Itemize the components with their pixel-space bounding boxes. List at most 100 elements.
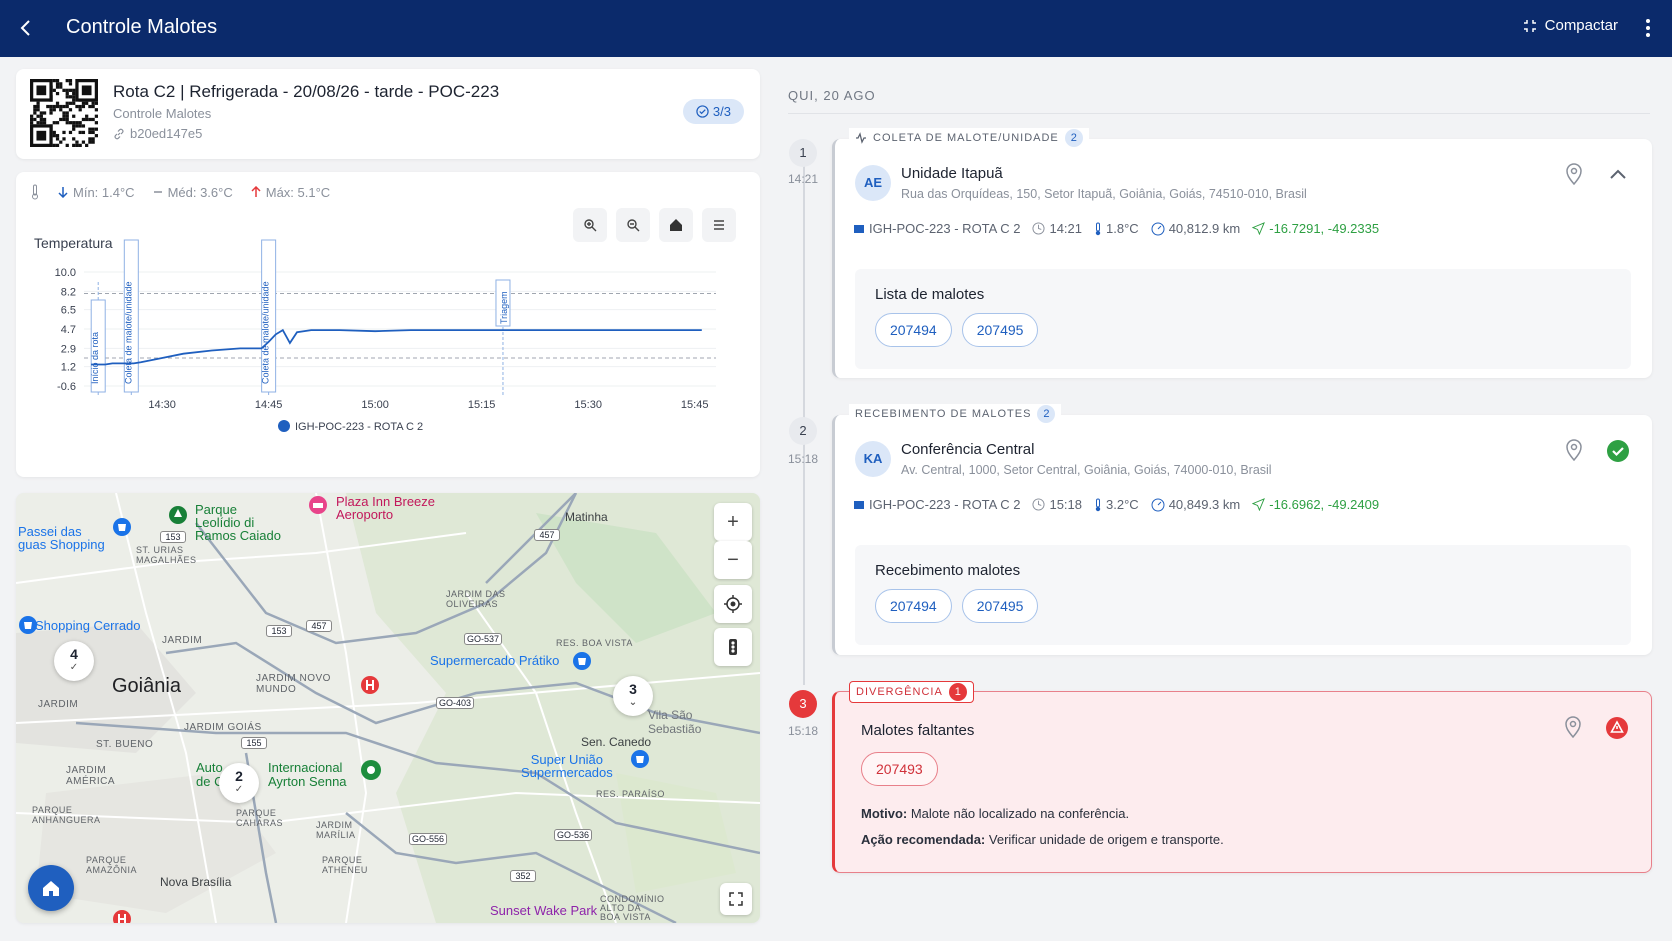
map-label-parque-amazonia: PARQUE AMAZÔNIA [86, 855, 138, 875]
annotation-label: Coleta de malote/unidade [123, 281, 133, 384]
avatar: KA [855, 441, 891, 477]
event-tag-text: RECEBIMENTO DE MALOTES [855, 408, 1032, 420]
compact-button[interactable]: Compactar [1523, 17, 1618, 34]
divergence-card: DIVERGÊNCIA 1 Malotes faltantes 207493 M… [832, 681, 1652, 873]
acao-label: Ação recomendada: [861, 832, 986, 847]
event-tag: RECEBIMENTO DE MALOTES 2 [849, 404, 1062, 424]
hotel-pin-icon[interactable] [308, 495, 328, 515]
annotation-label: Coleta de malote/unidade [261, 281, 271, 384]
store-pin-icon[interactable] [572, 651, 592, 671]
coordinates[interactable]: -16.6962, -49.2409 [1252, 497, 1379, 512]
event-card: RECEBIMENTO DE MALOTES 2 KA Conferência … [832, 404, 1652, 655]
zoom-in-icon [584, 219, 597, 232]
map-cluster[interactable]: 3 ⌄ [613, 676, 653, 716]
map-cluster[interactable]: 2 ✓ [219, 763, 259, 803]
y-tick-label: 4.7 [61, 324, 76, 336]
map-zoom-out-button[interactable]: − [714, 541, 752, 579]
road-shield: 457 [306, 620, 332, 632]
unit-name: Conferência Central [901, 441, 1035, 458]
route-map[interactable]: Matinha Goiânia Sen. Canedo Nova Brasíli… [16, 493, 760, 923]
map-label-jardim-oliveiras: JARDIM DAS OLIVEIRAS [446, 589, 506, 609]
bag-list-title: Lista de malotes [875, 286, 985, 303]
road-shield: GO-556 [409, 833, 447, 845]
hospital-pin-icon[interactable] [360, 675, 380, 695]
map-label-matinha: Matinha [565, 510, 608, 524]
bag-chip[interactable]: 207493 [861, 752, 938, 786]
park-pin-icon[interactable] [168, 505, 188, 525]
back-arrow-icon[interactable] [14, 16, 38, 40]
chevron-up-icon[interactable] [1606, 163, 1630, 187]
road-shield: 457 [534, 529, 560, 541]
map-label-jardim: JARDIM [162, 635, 203, 646]
map-label-res-paraiso: RES. PARAÍSO [596, 789, 665, 799]
minus-icon: − [727, 548, 739, 571]
bag-chip[interactable]: 207495 [961, 589, 1039, 623]
event-meta: IGH-POC-223 - ROTA C 2 15:18 3.2°C 40,84… [853, 497, 1379, 512]
y-tick-label: 10.0 [55, 267, 76, 279]
map-fullscreen-button[interactable] [720, 883, 752, 915]
map-pin-icon[interactable] [1563, 716, 1583, 738]
bag-chip[interactable]: 207494 [875, 313, 952, 347]
map-pin-icon[interactable] [1564, 439, 1584, 461]
odometer-text: 40,812.9 km [1168, 221, 1241, 236]
zoom-out-button[interactable] [616, 208, 650, 242]
map-locate-button[interactable] [714, 585, 752, 623]
road-shield: GO-537 [464, 633, 502, 645]
road-shield: 153 [160, 531, 186, 543]
coordinates-text: -16.7291, -49.2335 [1269, 221, 1380, 236]
map-label-parque-atheneu: PARQUE ATHENEU [322, 855, 368, 875]
temperature: 1.8°C [1094, 221, 1139, 236]
unit-address: Rua das Orquídeas, 150, Setor Itapuã, Go… [901, 187, 1307, 201]
annotation-label: Início da rota [90, 332, 100, 384]
store-pin-icon[interactable] [630, 749, 650, 769]
odometer: 40,849.3 km [1151, 497, 1241, 512]
qr-code[interactable] [30, 79, 98, 147]
progress-badge: 3/3 [682, 99, 744, 124]
map-cluster[interactable]: 4 ✓ [54, 641, 94, 681]
bag-chips: 207494 207495 [875, 589, 1039, 623]
chart-menu-button[interactable] [702, 208, 736, 242]
coordinates[interactable]: -16.7291, -49.2335 [1252, 221, 1379, 236]
compress-icon [1523, 19, 1536, 32]
temperature: 3.2°C [1094, 497, 1139, 512]
more-vertical-icon[interactable] [1642, 16, 1654, 40]
event-tag-text: DIVERGÊNCIA [856, 686, 943, 698]
map-pin-icon[interactable] [1564, 163, 1584, 185]
annotation-label: Triagem [499, 291, 509, 324]
cluster-check-icon: ✓ [69, 662, 79, 673]
vehicle: IGH-POC-223 - ROTA C 2 [853, 221, 1020, 236]
shopping-pin-icon[interactable] [112, 517, 132, 537]
home-fab-button[interactable] [28, 865, 74, 911]
clock-icon [1032, 498, 1046, 511]
map-label-internacional: Internacional Ayrton Senna [268, 760, 347, 789]
y-tick-label: 1.2 [61, 362, 76, 374]
bag-chip[interactable]: 207495 [961, 313, 1039, 347]
route-header-card: Rota C2 | Refrigerada - 20/08/26 - tarde… [16, 69, 760, 159]
clock-icon [1032, 222, 1046, 235]
map-zoom-in-button[interactable]: + [714, 503, 752, 541]
vehicle: IGH-POC-223 - ROTA C 2 [853, 497, 1020, 512]
zoom-in-button[interactable] [573, 208, 607, 242]
navigation-icon [1252, 222, 1266, 235]
navigation-icon [1252, 498, 1266, 511]
hospital-pin-icon[interactable] [112, 909, 132, 923]
route-title: Rota C2 | Refrigerada - 20/08/26 - tarde… [113, 82, 500, 101]
motivo-text: Malote não localizado na conferência. [910, 806, 1130, 821]
timeline-day: QUI, 20 AGO [788, 88, 876, 103]
route-hash: b20ed147e5 [113, 126, 202, 141]
crosshair-icon [724, 595, 742, 613]
odometer-text: 40,849.3 km [1168, 497, 1241, 512]
route-subtitle: Controle Malotes [113, 106, 212, 121]
menu-icon [714, 220, 724, 230]
reset-zoom-button[interactable] [659, 208, 693, 242]
bag-list: Recebimento malotes 207494 207495 [855, 545, 1631, 645]
motivo-label: Motivo: [861, 806, 908, 821]
stadium-pin-icon[interactable] [360, 759, 382, 781]
clock-text: 15:18 [1049, 497, 1083, 512]
map-traffic-button[interactable] [714, 628, 752, 666]
shopping-pin-icon[interactable] [18, 615, 38, 635]
fullscreen-icon [729, 892, 743, 906]
event-tag-text: COLETA DE MALOTE/UNIDADE [873, 132, 1059, 144]
bag-chip[interactable]: 207494 [875, 589, 952, 623]
success-check-icon [1607, 440, 1629, 462]
